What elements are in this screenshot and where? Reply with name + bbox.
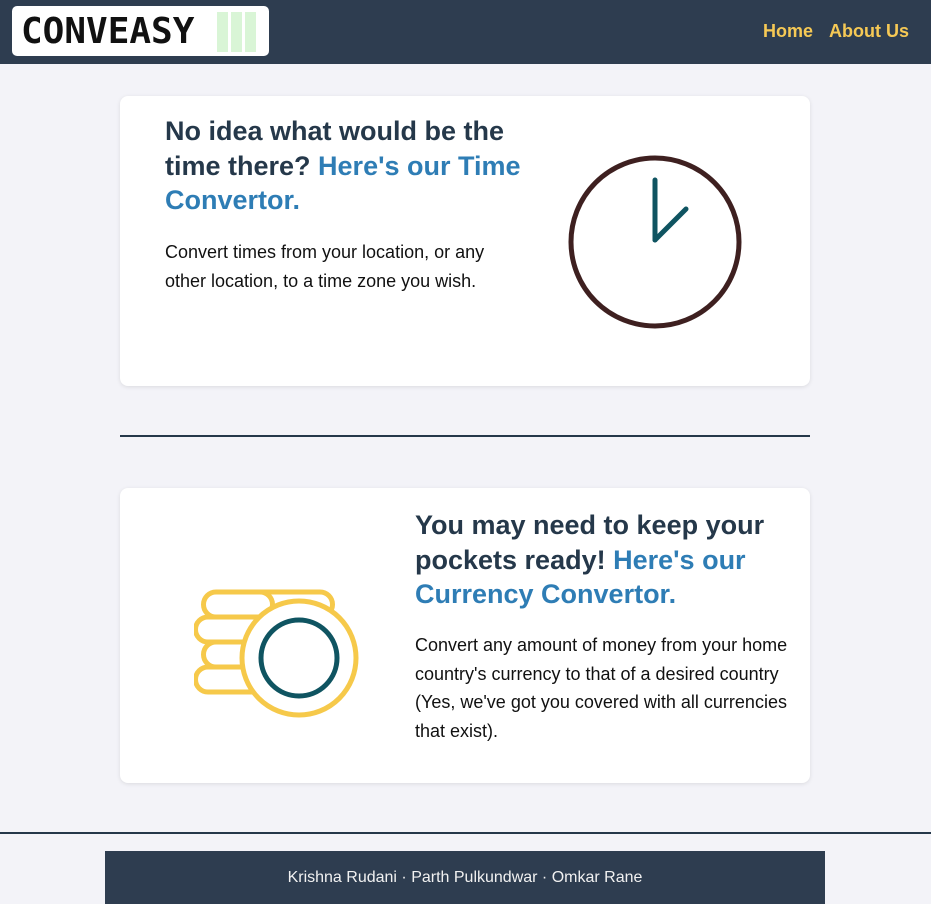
logo-text: CONVEASY (21, 11, 195, 52)
nav-link-home[interactable]: Home (763, 19, 813, 43)
time-convertor-card: No idea what would be the time there? He… (120, 96, 810, 386)
logo-bars-icon (217, 12, 256, 52)
navbar: CONVEASY Home About Us (0, 0, 931, 64)
coins-icon (194, 589, 359, 718)
footer-divider (0, 832, 931, 834)
currency-convertor-description: Convert any amount of money from your ho… (415, 635, 788, 742)
time-convertor-heading: No idea what would be the time there? He… (165, 114, 545, 218)
currency-convertor-heading: You may need to keep your pockets ready!… (415, 508, 795, 612)
logo[interactable]: CONVEASY (12, 6, 269, 56)
currency-convertor-card: You may need to keep your pockets ready!… (120, 488, 810, 783)
clock-icon (568, 155, 742, 329)
nav-links: Home About Us (763, 19, 909, 43)
time-convertor-description: Convert times from your location, or any… (165, 242, 485, 291)
section-divider (120, 435, 810, 437)
footer-credits: Krishna Rudani · Parth Pulkundwar · Omka… (287, 869, 643, 886)
footer: Krishna Rudani · Parth Pulkundwar · Omka… (105, 851, 825, 904)
nav-link-about-us[interactable]: About Us (829, 19, 909, 43)
